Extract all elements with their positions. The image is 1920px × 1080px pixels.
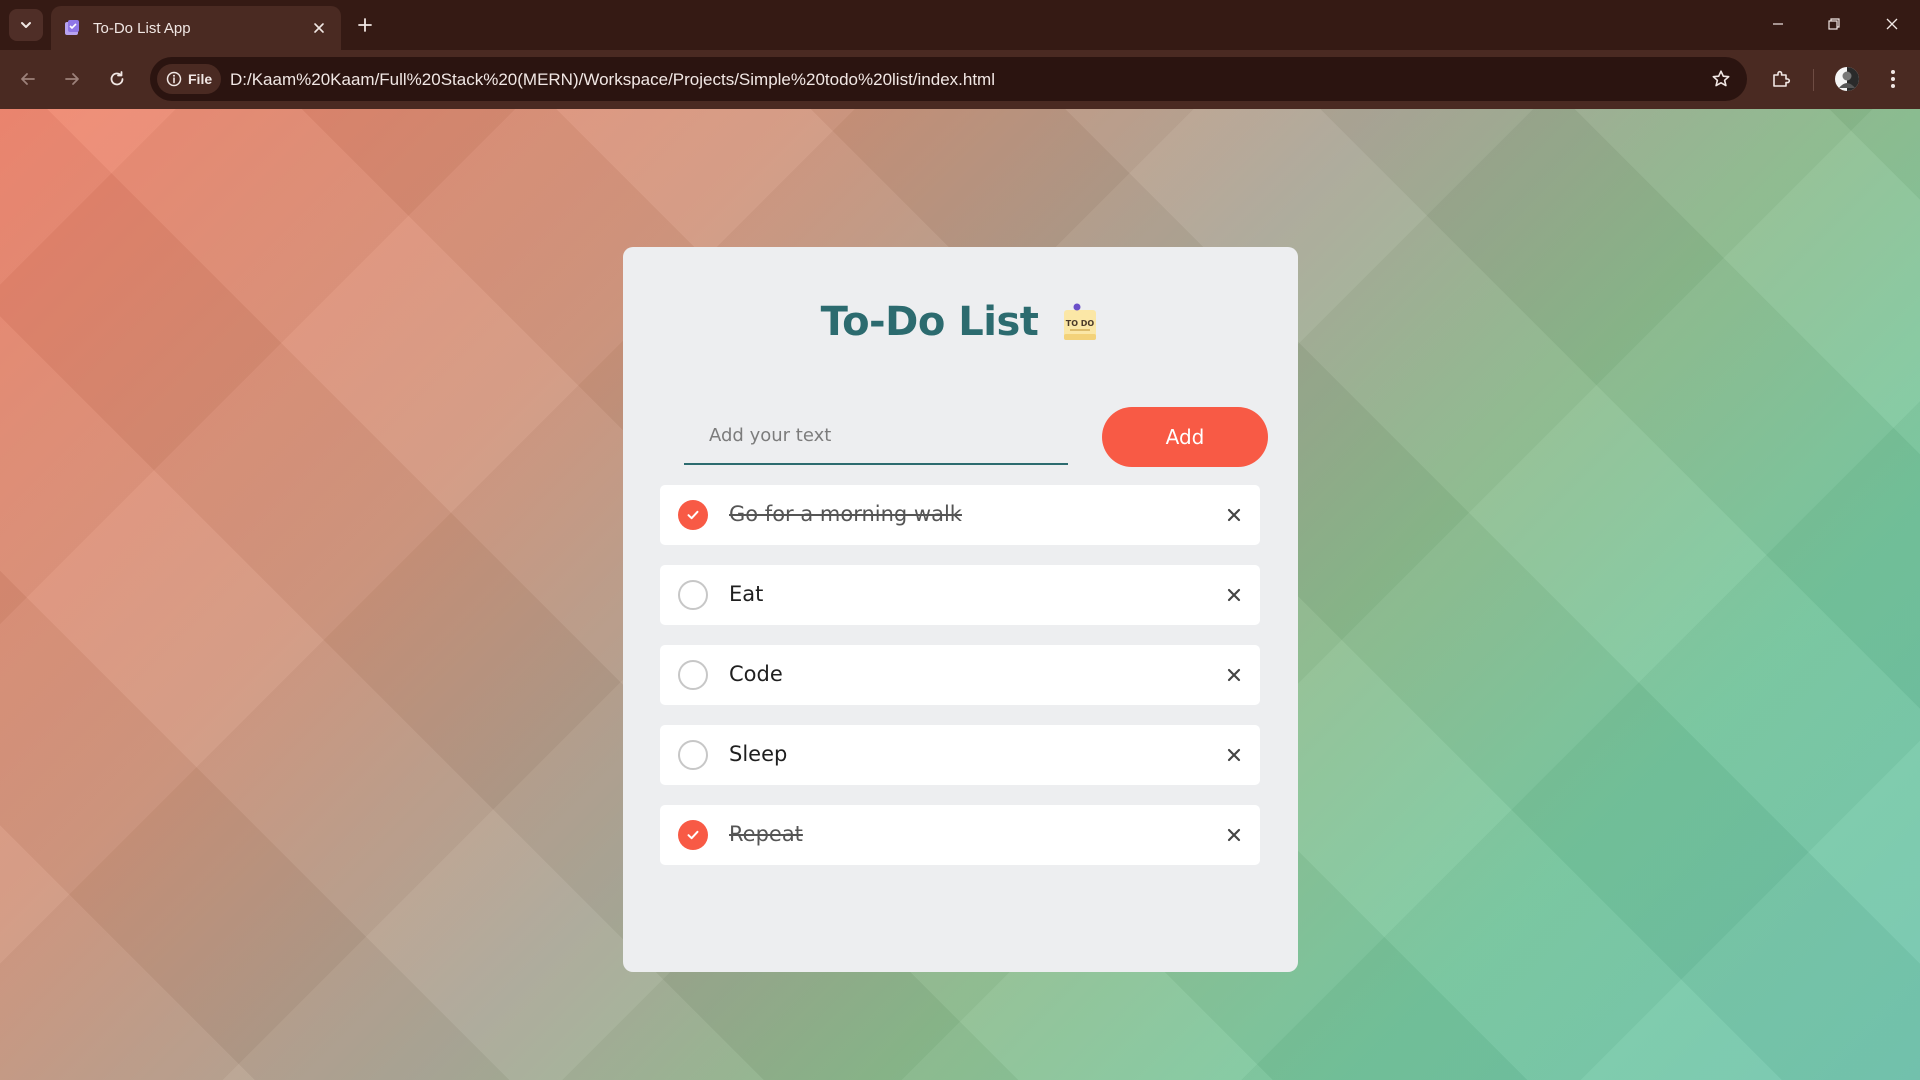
unchecked-circle-icon[interactable]: [678, 740, 708, 770]
page-title: To-Do List: [820, 299, 1039, 345]
back-button[interactable]: [12, 63, 44, 95]
reload-button[interactable]: [101, 63, 133, 95]
todo-note-label: TO DO: [1066, 319, 1095, 328]
chevron-down-icon: [21, 22, 31, 28]
browser-toolbar: File D:/Kaam%20Kaam/Full%20Stack%20(MERN…: [0, 50, 1920, 109]
close-window-icon: [1886, 18, 1898, 30]
delete-task-icon[interactable]: [1222, 823, 1246, 847]
delete-task-icon[interactable]: [1222, 663, 1246, 687]
add-task-row: Add: [684, 407, 1268, 467]
todo-note-icon: TO DO: [1060, 300, 1100, 344]
back-icon: [21, 73, 35, 85]
browser-tab-active[interactable]: To-Do List App: [51, 6, 341, 50]
toolbar-divider: [1813, 69, 1814, 91]
menu-icon: [1891, 70, 1895, 88]
bookmark-button[interactable]: [1709, 67, 1733, 91]
tab-search-button[interactable]: [9, 9, 43, 41]
task-item[interactable]: Code: [660, 645, 1260, 705]
restore-icon: [1828, 18, 1840, 30]
browser-tab-bar: To-Do List App: [0, 0, 1920, 50]
todo-card: To-Do List TO DO Add Go for a morning wa…: [623, 247, 1298, 972]
page-viewport: To-Do List TO DO Add Go for a morning wa…: [0, 109, 1920, 1080]
extensions-button[interactable]: [1765, 63, 1797, 95]
task-item[interactable]: Go for a morning walk: [660, 485, 1260, 545]
task-list: Go for a morning walk Eat Code Sleep Repeat: [660, 485, 1260, 885]
minimize-icon: [1773, 23, 1783, 25]
plus-icon: [358, 18, 372, 32]
checked-circle-icon[interactable]: [678, 820, 708, 850]
task-text[interactable]: Code: [729, 662, 783, 686]
tab-title: To-Do List App: [93, 19, 191, 37]
task-item[interactable]: Sleep: [660, 725, 1260, 785]
extensions-icon: [1773, 70, 1791, 87]
site-info-chip[interactable]: File: [157, 64, 221, 94]
task-input[interactable]: [684, 407, 1068, 465]
url-text[interactable]: D:/Kaam%20Kaam/Full%20Stack%20(MERN)/Wor…: [230, 70, 995, 90]
checked-circle-icon[interactable]: [678, 500, 708, 530]
unchecked-circle-icon[interactable]: [678, 660, 708, 690]
forward-icon: [65, 73, 79, 85]
profile-avatar[interactable]: [1831, 63, 1863, 95]
header: To-Do List TO DO: [623, 299, 1298, 345]
restore-button[interactable]: [1806, 0, 1862, 48]
delete-task-icon[interactable]: [1222, 503, 1246, 527]
task-item[interactable]: Eat: [660, 565, 1260, 625]
forward-button[interactable]: [56, 63, 88, 95]
task-text[interactable]: Repeat: [729, 822, 803, 846]
tab-close-icon[interactable]: [309, 18, 329, 38]
close-window-button[interactable]: [1864, 0, 1920, 48]
task-text[interactable]: Go for a morning walk: [729, 502, 962, 526]
add-button[interactable]: Add: [1102, 407, 1268, 467]
new-tab-button[interactable]: [352, 12, 378, 38]
reload-icon: [110, 71, 124, 86]
task-text[interactable]: Eat: [729, 582, 763, 606]
task-text[interactable]: Sleep: [729, 742, 787, 766]
task-item[interactable]: Repeat: [660, 805, 1260, 865]
delete-task-icon[interactable]: [1222, 583, 1246, 607]
site-chip-label: File: [188, 71, 213, 87]
minimize-button[interactable]: [1750, 0, 1806, 48]
info-icon: [166, 71, 182, 87]
star-icon: [1712, 70, 1730, 87]
delete-task-icon[interactable]: [1222, 743, 1246, 767]
favicon-icon: [63, 19, 81, 37]
browser-menu-button[interactable]: [1877, 63, 1909, 95]
address-bar[interactable]: File D:/Kaam%20Kaam/Full%20Stack%20(MERN…: [150, 57, 1747, 101]
unchecked-circle-icon[interactable]: [678, 580, 708, 610]
